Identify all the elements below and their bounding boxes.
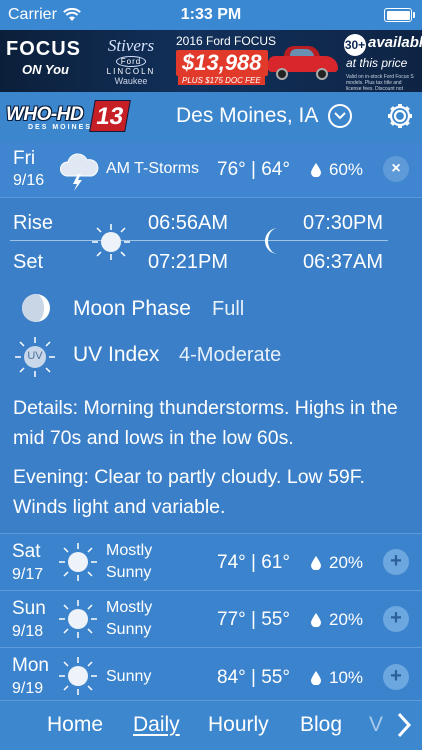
ad-city-text: Waukee	[114, 76, 148, 86]
nav-blog[interactable]: Blog	[300, 713, 342, 737]
forecast-date: 9/19	[12, 680, 44, 697]
forecast-condition-line2: Sunny	[106, 564, 152, 581]
status-time: 1:33 PM	[180, 6, 242, 23]
app-header: WHO-HD DES MOINES 13 Des Moines, IA	[0, 92, 422, 142]
location-selector[interactable]: Des Moines, IA	[176, 104, 353, 128]
sunrise-time: 06:56AM	[148, 212, 229, 234]
day-name: Fri	[13, 148, 36, 169]
forecast-row[interactable]: Sat 9/17 Mostly Sunny 74° | 61° 20% +	[0, 533, 422, 590]
moonrise-time: 07:30PM	[303, 212, 384, 234]
ad-dealer-name: Stivers	[107, 36, 155, 55]
thunderstorm-icon	[60, 153, 99, 191]
ad-ford-oval: Ford	[115, 56, 147, 67]
ad-available-text: available	[368, 34, 422, 51]
ad-dealer-logo: Stivers Ford LINCOLN Waukee	[92, 36, 170, 86]
chevron-right-icon[interactable]	[394, 711, 414, 739]
today-summary-row[interactable]: Fri 9/16 AM T-Storms 76° | 64° 60% ×	[0, 142, 422, 198]
moon-phase-value: Full	[212, 298, 245, 320]
today-detail: Fri 9/16 AM T-Storms 76° | 64° 60% × Ris…	[0, 142, 422, 533]
gear-icon[interactable]	[386, 102, 414, 130]
sun-icon	[59, 543, 97, 581]
forecast-condition-line1: Mostly	[106, 542, 153, 559]
forecast-temps: 74° | 61°	[217, 552, 290, 573]
raindrop-icon	[311, 163, 321, 177]
expand-button[interactable]: +	[383, 606, 409, 632]
nav-home[interactable]: Home	[47, 713, 103, 737]
forecast-condition-line1: Sunny	[106, 668, 152, 685]
rise-label: Rise	[13, 212, 54, 234]
forecast-row[interactable]: Mon 9/19 Sunny 84° | 55° 10% +	[0, 647, 422, 704]
forecast-day: Sun	[12, 598, 46, 619]
forecast-precip: 20%	[329, 553, 364, 572]
temperature-range: 76° | 64°	[217, 159, 290, 180]
forecast-date: 9/18	[12, 623, 44, 640]
sun-icon	[92, 224, 130, 260]
sun-icon	[59, 657, 97, 695]
expand-button[interactable]: +	[383, 664, 409, 690]
precip-chance: 60%	[329, 160, 364, 179]
forecast-condition-line2: Sunny	[106, 621, 152, 638]
forecast-precip: 10%	[329, 668, 364, 687]
forecast-day: Mon	[12, 655, 49, 676]
ad-on-you-text: ON You	[22, 62, 69, 77]
sun-icon	[59, 600, 97, 638]
day-date: 9/16	[13, 172, 45, 189]
forecast-precip: 20%	[329, 610, 364, 629]
uv-index-icon: UV	[14, 336, 56, 378]
station-logo[interactable]: WHO-HD DES MOINES 13	[6, 100, 131, 133]
forecast-temps: 84° | 55°	[217, 667, 290, 688]
forecast-row[interactable]: Sun 9/18 Mostly Sunny 77° | 55° 20% +	[0, 590, 422, 647]
ad-model-text: 2016 Ford FOCUS	[176, 34, 277, 48]
ad-banner[interactable]: FOCUS ON You Stivers Ford LINCOLN Waukee…	[0, 30, 422, 92]
status-bar: Carrier 1:33 PM	[0, 0, 422, 30]
battery-icon	[384, 8, 415, 22]
ad-fine-print: Valid on in-stock Ford Focus S models. P…	[346, 74, 414, 92]
evening-details-text: Evening: Clear to partly cloudy. Low 59F…	[13, 466, 365, 518]
ad-car-image	[268, 44, 338, 80]
ad-count-badge: 30+	[344, 34, 366, 56]
ad-focus-text: FOCUS	[6, 38, 81, 60]
sunset-time: 07:21PM	[148, 251, 229, 273]
close-button[interactable]: ×	[383, 156, 409, 182]
condition-text: AM T-Storms	[106, 160, 200, 177]
moon-icon	[265, 228, 278, 254]
raindrop-icon	[311, 556, 321, 570]
forecast-day: Sat	[12, 541, 41, 562]
expand-button[interactable]: +	[383, 549, 409, 575]
ad-fee-text: PLUS $175 DOC FEE	[178, 76, 265, 85]
set-label: Set	[13, 251, 44, 273]
moon-phase-icon	[22, 294, 50, 322]
raindrop-icon	[311, 613, 321, 627]
uv-icon-text: UV	[27, 350, 43, 362]
logo-channel-number: 13	[89, 100, 131, 132]
city-label: Des Moines, IA	[176, 104, 319, 127]
forecast-details-text: Details: Morning thunderstorms. Highs in…	[13, 397, 398, 449]
logo-subtext: DES MOINES	[28, 124, 92, 131]
raindrop-icon	[311, 671, 321, 685]
logo-text: WHO-HD	[6, 104, 84, 125]
bottom-nav: Home Daily Hourly Blog V	[0, 700, 422, 750]
moon-phase-label: Moon Phase	[73, 297, 191, 320]
uv-index-value: 4-Moderate	[179, 344, 282, 366]
nav-daily[interactable]: Daily	[133, 713, 180, 737]
horizon-line	[10, 240, 388, 241]
ad-lincoln-text: LINCOLN	[106, 67, 156, 76]
ad-price: $13,988	[176, 50, 268, 76]
chevron-down-icon	[328, 104, 353, 128]
nav-next-item-partial[interactable]: V	[369, 713, 383, 737]
uv-index-label: UV Index	[73, 343, 160, 366]
forecast-condition-line1: Mostly	[106, 599, 153, 616]
ad-at-price-text: at this price	[346, 56, 408, 70]
moonset-time: 06:37AM	[303, 251, 384, 273]
forecast-temps: 77° | 55°	[217, 609, 290, 630]
nav-hourly[interactable]: Hourly	[208, 713, 269, 737]
forecast-date: 9/17	[12, 566, 44, 583]
